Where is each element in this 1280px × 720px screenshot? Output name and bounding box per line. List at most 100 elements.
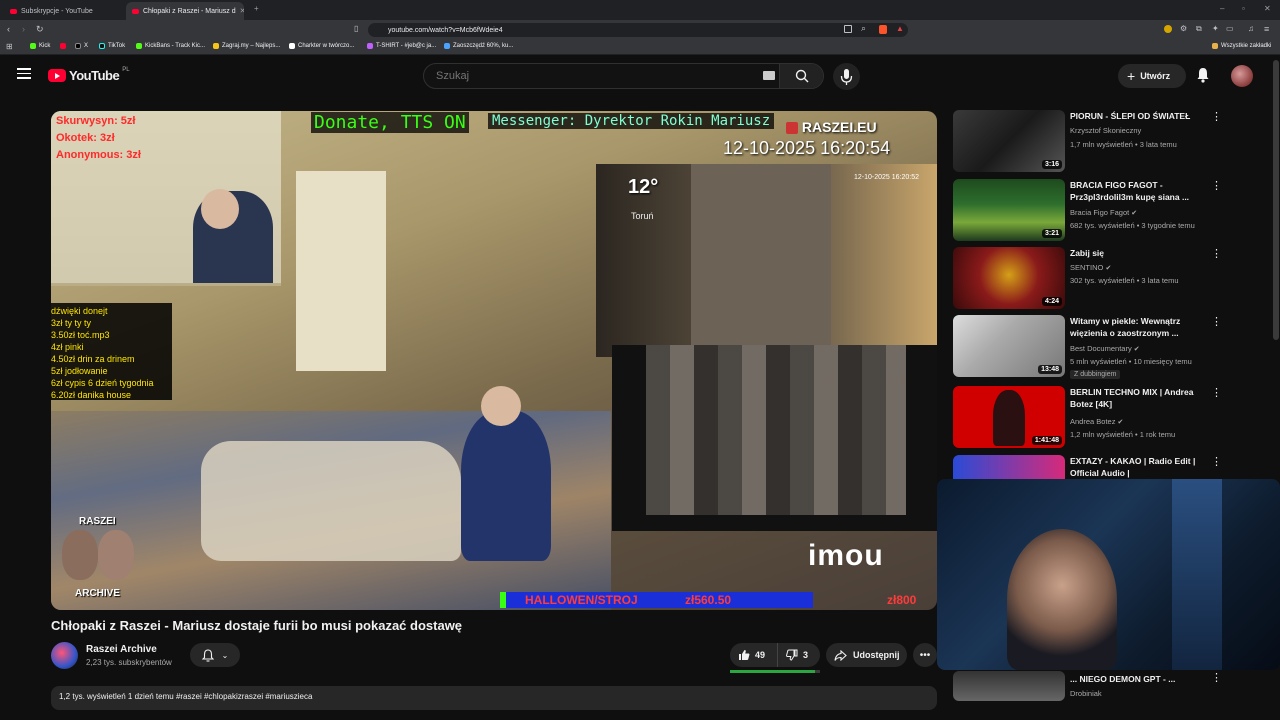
- all-bookmarks-folder[interactable]: Wszystkie zakładki: [1212, 43, 1271, 49]
- extension-icon[interactable]: [1164, 25, 1172, 33]
- video-thumbnail[interactable]: [953, 671, 1065, 701]
- subscription-bell-button[interactable]: ⌄: [190, 643, 240, 667]
- sound-alert-item: 4.50zł drin za drinem: [51, 354, 135, 364]
- recommended-channel: Andrea Botez: [1070, 417, 1116, 426]
- youtube-logo[interactable]: YouTube PL: [48, 67, 130, 83]
- voice-search-button[interactable]: [833, 63, 860, 90]
- video-thumbnail[interactable]: 3:21: [953, 179, 1065, 241]
- mic-icon: [840, 69, 853, 85]
- zoom-icon[interactable]: ⌕: [861, 23, 866, 34]
- streamer-figure: [1007, 529, 1117, 670]
- duration-badge: 3:21: [1041, 229, 1062, 238]
- sound-alert-item: 3.50zł toć.mp3: [51, 330, 110, 340]
- video-thumbnail[interactable]: 4:24: [953, 247, 1065, 309]
- tab-subscriptions[interactable]: Subskrypcje - YouTube: [4, 2, 122, 20]
- room-door: [296, 171, 386, 371]
- forward-icon[interactable]: ›: [22, 24, 25, 34]
- search-button[interactable]: [779, 64, 823, 88]
- more-actions-button[interactable]: •••: [913, 643, 937, 667]
- bookmark-label: Kick: [39, 43, 51, 49]
- share-icon: [834, 649, 847, 661]
- logo-face: [98, 530, 134, 580]
- donor-entry: Skurwysyn: 5zł: [56, 115, 136, 127]
- recommended-video[interactable]: 4:24 Zabij się SENTINO ✔ 302 tys. wyświe…: [953, 247, 1253, 311]
- avatar[interactable]: [1231, 65, 1253, 87]
- browser-menu-icon[interactable]: ≡: [1264, 24, 1269, 34]
- more-vert-icon[interactable]: ⋮: [1211, 315, 1222, 328]
- background-light: [1172, 479, 1222, 670]
- apps-grid-icon[interactable]: ⊞: [6, 42, 13, 51]
- sidebar-toggle-icon[interactable]: ▭: [1226, 24, 1234, 33]
- reload-icon[interactable]: ↻: [36, 24, 44, 35]
- search-input[interactable]: [424, 64, 779, 88]
- like-count: 49: [755, 650, 766, 660]
- channel-avatar[interactable]: [51, 642, 78, 669]
- menu-icon[interactable]: [17, 68, 31, 79]
- more-vert-icon[interactable]: ⋮: [1211, 455, 1222, 468]
- recommended-video[interactable]: 3:16 PIORUN - ŚLEPI OD ŚWIATEŁ Krzysztof…: [953, 110, 1253, 174]
- extensions-puzzle-icon[interactable]: ✦: [1212, 24, 1219, 33]
- bookmark-label: X: [84, 43, 89, 49]
- video-player[interactable]: 12° Toruń 12-10-2025 16:20:52 Skurwysyn:…: [51, 111, 937, 610]
- new-tab-icon[interactable]: +: [254, 4, 259, 13]
- streamer-webcam-overlay: [937, 479, 1280, 670]
- person-head: [201, 189, 239, 229]
- donate-banner: Donate, TTS ON: [311, 112, 469, 133]
- recommended-video[interactable]: 13:48 Witamy w piekle: Wewnątrz więzieni…: [953, 315, 1253, 379]
- bookmark-zagraj[interactable]: Zagraj.my – Najleps...: [213, 43, 280, 49]
- maximize-icon[interactable]: ▫: [1242, 4, 1245, 13]
- bookmark-charkter[interactable]: Charkter w twórczo...: [289, 43, 354, 49]
- more-vert-icon[interactable]: ⋮: [1211, 386, 1222, 399]
- plus-icon: +: [1127, 68, 1136, 84]
- minimize-icon[interactable]: –: [1220, 4, 1224, 13]
- description-box[interactable]: 1,2 tys. wyświetleń 1 dzień temu #raszei…: [51, 686, 937, 710]
- recommended-video[interactable]: 1:41:48 BERLIN TECHNO MIX | Andrea Botez…: [953, 386, 1253, 450]
- raszei-archive-logo: RASZEI ARCHIVE: [54, 516, 144, 606]
- create-button[interactable]: + Utwórz: [1118, 64, 1186, 88]
- channel-name[interactable]: Raszei Archive: [86, 644, 157, 655]
- extension-icon[interactable]: ⧉: [1196, 24, 1202, 34]
- more-vert-icon[interactable]: ⋮: [1211, 671, 1222, 684]
- more-vert-icon[interactable]: ⋮: [1211, 110, 1222, 123]
- like-ratio-bar: [730, 670, 820, 673]
- bookmark-icon[interactable]: ▯: [354, 24, 358, 33]
- bookmark-kickbans[interactable]: KickBans - Track Kic...: [136, 43, 205, 49]
- bookmark-zaoszczedz[interactable]: Zaoszczędź 60%, ku...: [444, 43, 513, 49]
- duration-badge: 3:16: [1041, 160, 1062, 169]
- create-label: Utwórz: [1140, 71, 1171, 81]
- video-thumbnail[interactable]: 1:41:48: [953, 386, 1065, 448]
- like-button[interactable]: 49: [730, 643, 778, 667]
- notifications-button[interactable]: [1196, 67, 1210, 88]
- share-label: Udostępnij: [853, 650, 900, 660]
- recommended-video[interactable]: ... NIEGO DEMON GPT - ... Drobiniak ⋮: [953, 671, 1253, 701]
- video-thumbnail[interactable]: 13:48: [953, 315, 1065, 377]
- more-vert-icon[interactable]: ⋮: [1211, 179, 1222, 192]
- bookmark-kick[interactable]: Kick: [30, 43, 50, 49]
- verified-icon: ✔: [1131, 210, 1138, 217]
- close-window-icon[interactable]: ✕: [1264, 4, 1271, 13]
- keyboard-icon[interactable]: [763, 71, 775, 80]
- tab-close-icon[interactable]: ✕: [240, 7, 244, 15]
- music-icon[interactable]: ♫: [1248, 24, 1254, 33]
- sound-alert-item: 5zł jodłowanie: [51, 366, 108, 376]
- tab-current-video[interactable]: Chłopaki z Raszei - Mariusz d ✕: [126, 2, 244, 20]
- recommended-video[interactable]: EXTAZY - KAKAO | Radio Edit | Official A…: [953, 455, 1253, 479]
- brave-shield-icon[interactable]: [879, 25, 887, 34]
- rewards-icon[interactable]: ▲: [896, 24, 904, 33]
- back-icon[interactable]: ‹: [7, 24, 10, 34]
- more-vert-icon[interactable]: ⋮: [1211, 247, 1222, 260]
- bookmark-youtube[interactable]: [60, 43, 66, 49]
- bookmark-x[interactable]: X: [75, 43, 88, 49]
- share-button[interactable]: Udostępnij: [826, 643, 907, 667]
- recommended-video[interactable]: 3:21 BRACIA FIGO FAGOT - Prz3pl3rdolil3m…: [953, 179, 1253, 243]
- video-thumbnail[interactable]: 3:16: [953, 110, 1065, 172]
- screen-cast-icon[interactable]: [844, 25, 852, 33]
- url-field[interactable]: youtube.com/watch?v=Mcb6fWdeie4: [368, 23, 908, 37]
- pixelated-area: [646, 345, 906, 515]
- video-thumbnail[interactable]: [953, 455, 1065, 479]
- bookmark-tiktok[interactable]: TikTok: [99, 43, 125, 49]
- page-scrollbar[interactable]: [1273, 60, 1279, 340]
- bookmark-tshirt[interactable]: T-SHIRT - #jeb@c ja...: [367, 43, 436, 49]
- dislike-button[interactable]: 3: [779, 643, 820, 667]
- extension-icon[interactable]: ⚙: [1180, 24, 1187, 33]
